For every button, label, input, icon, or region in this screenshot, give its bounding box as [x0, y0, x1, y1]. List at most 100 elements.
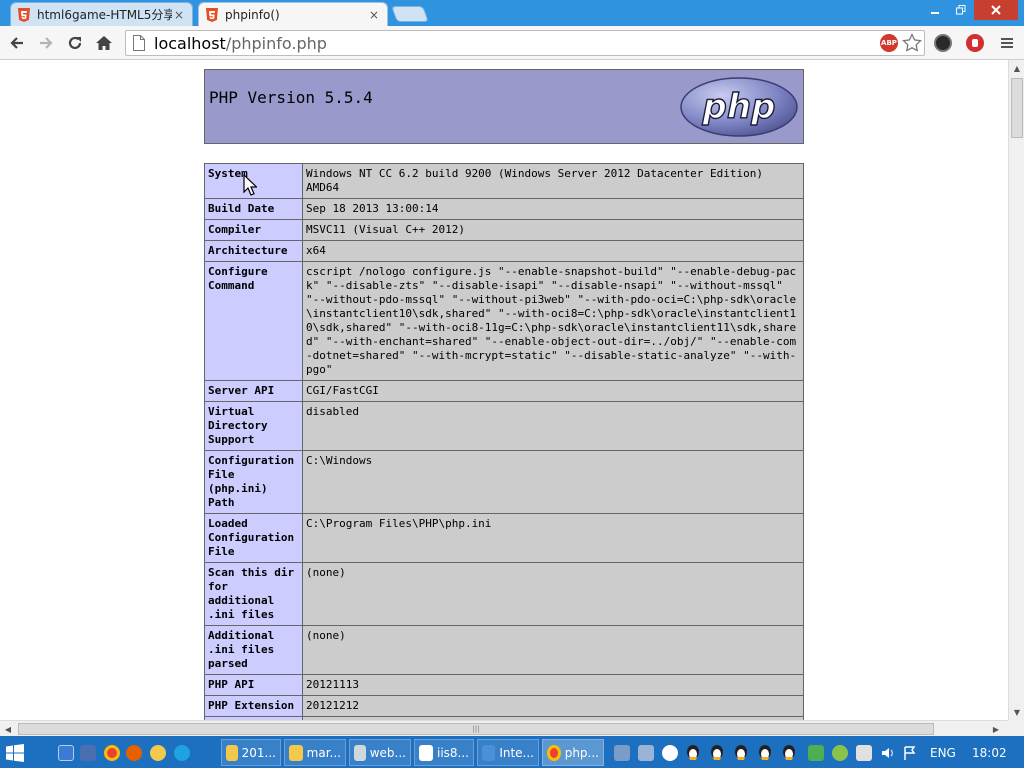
row-value: 20121113 — [302, 674, 804, 696]
chrome-icon[interactable] — [104, 745, 120, 761]
vertical-scroll-thumb[interactable] — [1011, 78, 1023, 138]
taskbar-button-folder-201[interactable]: 201... — [221, 739, 281, 766]
php-info-table: System Windows NT CC 6.2 build 9200 (Wind… — [204, 163, 804, 720]
qq-penguin-icon[interactable] — [734, 744, 748, 761]
scrollbar-corner — [1008, 720, 1024, 736]
windows-logo-icon — [6, 743, 24, 762]
tray-app-icon[interactable] — [808, 745, 824, 761]
forward-button[interactable] — [34, 31, 58, 55]
horizontal-scrollbar[interactable]: ◀ ||| ▶ — [0, 720, 1008, 736]
tab-phpinfo[interactable]: phpinfo() × — [198, 2, 388, 26]
address-bar[interactable]: localhost/phpinfo.php — [125, 30, 925, 56]
home-button[interactable] — [92, 31, 116, 55]
tray-app-icon[interactable] — [614, 745, 630, 761]
row-value: disabled — [302, 401, 804, 451]
star-icon[interactable] — [902, 33, 922, 57]
firefox-icon[interactable] — [126, 745, 142, 761]
close-window-button[interactable] — [974, 0, 1018, 20]
qq-penguin-icon[interactable] — [686, 744, 700, 761]
row-key: Architecture — [204, 240, 303, 262]
browser-icon[interactable] — [150, 745, 166, 761]
taskbar-button-iis-manager[interactable]: Inte... — [477, 739, 539, 766]
scroll-right-icon[interactable]: ▶ — [988, 721, 1004, 737]
mouse-cursor-icon — [243, 174, 257, 196]
scroll-left-icon[interactable]: ◀ — [0, 721, 16, 737]
qq-penguin-icon[interactable] — [782, 744, 796, 761]
stop-extension-icon[interactable] — [966, 34, 984, 52]
language-indicator[interactable]: ENG — [930, 739, 956, 766]
table-row: Server API CGI/FastCGI — [204, 380, 804, 402]
row-key: Configure Command — [204, 261, 303, 381]
taskbar-button-label: 201... — [241, 745, 276, 760]
close-icon — [991, 5, 1001, 15]
scroll-up-icon[interactable]: ▲ — [1009, 60, 1024, 76]
url-path: /phpinfo.php — [225, 33, 327, 53]
camera-extension-icon[interactable] — [934, 34, 952, 52]
adblock-icon[interactable]: ABP — [880, 34, 898, 52]
reload-button[interactable] — [63, 31, 87, 55]
taskbar-button-chrome-php[interactable]: php... — [542, 739, 604, 766]
table-row: PHP Extension 20121212 — [204, 695, 804, 717]
row-value: (none) — [302, 562, 804, 626]
row-value: (none) — [302, 625, 804, 675]
php-logo: php — [680, 77, 798, 137]
horizontal-scroll-thumb[interactable]: ||| — [18, 723, 934, 735]
page-viewport[interactable]: PHP Version 5.5.4 php System Windows NT C… — [0, 60, 1008, 720]
tab-close-icon[interactable]: × — [367, 8, 381, 22]
table-row: Additional .ini files parsed (none) — [204, 625, 804, 675]
php-version-header: PHP Version 5.5.4 php — [204, 69, 804, 144]
reload-icon — [68, 36, 82, 50]
server-manager-icon[interactable] — [80, 745, 96, 761]
volume-icon[interactable] — [880, 745, 896, 761]
network-icon[interactable] — [856, 745, 872, 761]
hand-icon — [972, 39, 978, 47]
chrome-icon — [547, 744, 561, 761]
page-icon — [133, 35, 145, 51]
taskbar-button-web[interactable]: web... — [349, 739, 411, 766]
browser-toolbar: localhost/phpinfo.php ABP — [0, 26, 1024, 60]
row-key: PHP API — [204, 674, 303, 696]
qq-penguin-icon[interactable] — [758, 744, 772, 761]
row-value: C:\Windows — [302, 450, 804, 514]
taskbar-button-iis8[interactable]: iis8... — [414, 739, 474, 766]
table-row: Loaded Configuration File C:\Program File… — [204, 513, 804, 563]
menu-button[interactable] — [995, 31, 1019, 55]
row-key: Virtual Directory Support — [204, 401, 303, 451]
row-value: 20121212 — [302, 695, 804, 717]
clock[interactable]: 18:02 — [972, 739, 1007, 766]
tray-app-icon[interactable] — [638, 745, 654, 761]
internet-explorer-icon[interactable] — [174, 745, 190, 761]
table-row: Scan this dir for additional .ini files(… — [204, 562, 804, 626]
tab-html6game[interactable]: html6game-HTML5分享 × — [10, 2, 193, 26]
phpinfo-content: PHP Version 5.5.4 php System Windows NT C… — [204, 69, 804, 720]
restore-icon — [956, 5, 966, 15]
folder-icon — [289, 744, 303, 761]
arrow-left-icon — [10, 37, 23, 49]
scroll-down-icon[interactable]: ▼ — [1009, 704, 1024, 720]
html5-icon — [17, 7, 31, 22]
php-logo-text: php — [702, 87, 776, 127]
row-value: Sep 18 2013 13:00:14 — [302, 198, 804, 220]
maximize-button[interactable] — [948, 0, 974, 20]
table-row: PHP API 20121113 — [204, 674, 804, 696]
qq-penguin-icon[interactable] — [710, 744, 724, 761]
taskbar-button-label: Inte... — [499, 745, 534, 760]
taskbar-button-folder-mar[interactable]: mar... — [284, 739, 346, 766]
tray-app-icon[interactable] — [832, 745, 848, 761]
minimize-button[interactable] — [922, 0, 948, 20]
tray-app-icon[interactable] — [662, 745, 678, 761]
back-button[interactable] — [5, 31, 29, 55]
vertical-scrollbar[interactable]: ▲ ▼ — [1008, 60, 1024, 720]
row-key: Build Date — [204, 198, 303, 220]
flag-icon[interactable] — [902, 745, 918, 761]
row-key: Additional .ini files parsed — [204, 625, 303, 675]
row-value: x64 — [302, 240, 804, 262]
new-tab-button[interactable] — [391, 6, 429, 22]
row-key: Compiler — [204, 219, 303, 241]
tab-close-icon[interactable]: × — [172, 8, 186, 22]
document-icon — [419, 744, 433, 761]
table-row: Compiler MSVC11 (Visual C++ 2012) — [204, 219, 804, 241]
desktop-icon[interactable] — [58, 745, 74, 761]
start-button[interactable] — [6, 739, 24, 766]
folder-icon — [226, 744, 238, 761]
